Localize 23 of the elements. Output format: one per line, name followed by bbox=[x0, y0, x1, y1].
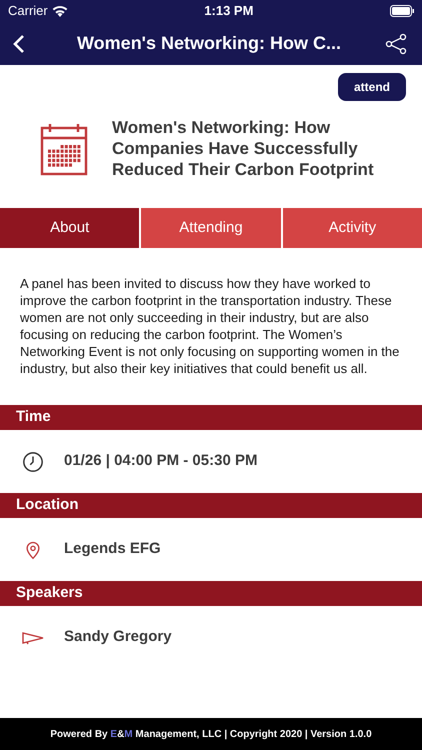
event-title: Women's Networking: How Companies Have Successfully Reduced Their Carbon Footprint bbox=[112, 117, 375, 180]
event-description: A panel has been invited to discuss how they have worked to improve the carbon footprint in the transportation industry. These women are not only succeeding in their industry, but are also focusing on reducing the carbon footprint. The Women’s Networking Event is not only focusing on supporting women in the industry, but also their key initiatives that could benefit us all. bbox=[19, 275, 400, 378]
detail-text: Legends EFG bbox=[64, 539, 161, 560]
clock-icon bbox=[22, 450, 44, 472]
carrier-text: Carrier bbox=[8, 2, 48, 20]
nav-title: Women's Networking: How C... bbox=[77, 32, 341, 55]
battery-icon bbox=[390, 5, 414, 17]
section-header: Location bbox=[0, 493, 422, 518]
wifi-icon bbox=[52, 5, 68, 17]
clock-time: 1:13 PM bbox=[204, 2, 254, 20]
section-header: Speakers bbox=[0, 581, 422, 606]
detail-text: 01/26 | 04:00 PM - 05:30 PM bbox=[64, 451, 258, 472]
footer-text: Powered By E&M Management, LLC | Copyright 2020 | Version 1.0.0 bbox=[50, 728, 372, 742]
share-icon bbox=[385, 32, 407, 54]
section-header: Time bbox=[0, 405, 422, 430]
megaphone-icon bbox=[22, 630, 44, 644]
tab[interactable]: About bbox=[0, 208, 140, 248]
tab[interactable]: Attending bbox=[141, 208, 281, 248]
attend-button[interactable]: attend bbox=[338, 73, 406, 101]
chevron-left-icon bbox=[12, 34, 26, 54]
tab[interactable]: Activity bbox=[282, 208, 422, 248]
calendar-icon bbox=[40, 122, 88, 176]
detail-text: Sandy Gregory bbox=[64, 627, 172, 648]
